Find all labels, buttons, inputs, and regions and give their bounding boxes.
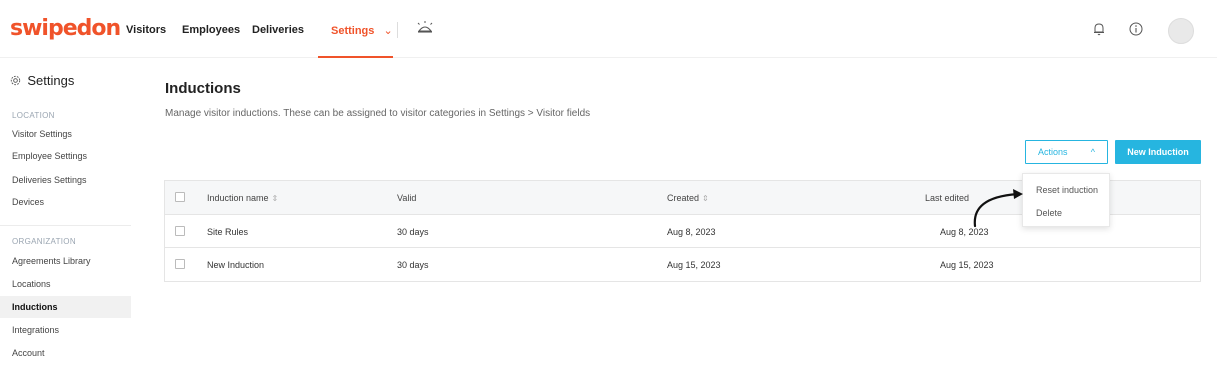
active-nav-underline xyxy=(318,56,393,58)
chevron-down-icon: ⌄ xyxy=(383,25,393,37)
cell-valid: 30 days xyxy=(397,260,429,270)
chevron-up-icon: ^ xyxy=(1090,147,1095,157)
nav-employees[interactable]: Employees xyxy=(182,24,240,36)
sidebar-item-inductions[interactable]: Inductions xyxy=(0,296,131,318)
actions-dropdown-menu: Reset induction Delete xyxy=(1022,173,1110,227)
actions-button-label: Actions xyxy=(1038,147,1068,157)
table-row[interactable]: New Induction 30 days Aug 15, 2023 Aug 1… xyxy=(165,248,1200,281)
sidebar-item-account[interactable]: Account xyxy=(0,342,131,364)
user-avatar[interactable] xyxy=(1168,18,1194,44)
menu-item-delete[interactable]: Delete xyxy=(1036,208,1062,218)
row-checkbox[interactable] xyxy=(175,226,185,236)
menu-item-reset-induction[interactable]: Reset induction xyxy=(1036,185,1098,195)
sidebar-title-label: Settings xyxy=(27,73,75,88)
settings-sidebar: Settings LOCATION Visitor Settings Emplo… xyxy=(0,59,131,379)
sidebar-item-deliveries-settings[interactable]: Deliveries Settings xyxy=(0,169,131,191)
cell-last-edited: Aug 15, 2023 xyxy=(940,260,994,270)
page-description: Manage visitor inductions. These can be … xyxy=(165,108,591,119)
cell-induction-name[interactable]: New Induction xyxy=(207,248,264,282)
sidebar-divider xyxy=(0,225,131,226)
notification-bell-icon[interactable] xyxy=(1092,22,1106,39)
sort-icon: ⇕ xyxy=(702,194,709,203)
actions-button[interactable]: Actions ^ xyxy=(1025,140,1108,164)
column-header-created[interactable]: Created ⇕ xyxy=(667,181,709,216)
sidebar-item-visitor-settings[interactable]: Visitor Settings xyxy=(0,123,131,145)
select-all-checkbox[interactable] xyxy=(175,192,185,202)
nav-settings[interactable]: Settings ⌄ xyxy=(331,24,393,37)
cell-created: Aug 15, 2023 xyxy=(667,260,721,270)
row-checkbox[interactable] xyxy=(175,259,185,269)
page-title: Inductions xyxy=(165,80,241,97)
sidebar-item-employee-settings[interactable]: Employee Settings xyxy=(0,145,131,167)
nav-divider xyxy=(397,22,398,38)
nav-deliveries[interactable]: Deliveries xyxy=(252,24,304,36)
info-icon[interactable] xyxy=(1129,22,1143,39)
sidebar-section-location: LOCATION xyxy=(12,111,55,120)
column-header-valid: Valid xyxy=(397,193,417,203)
gear-icon xyxy=(10,74,24,88)
nav-visitors[interactable]: Visitors xyxy=(126,24,166,36)
cell-created: Aug 8, 2023 xyxy=(667,227,716,237)
reception-bell-icon[interactable] xyxy=(416,20,434,39)
top-navigation: swipedon Visitors Employees Deliveries S… xyxy=(0,0,1217,58)
new-induction-button[interactable]: New Induction xyxy=(1115,140,1201,164)
sidebar-item-agreements-library[interactable]: Agreements Library xyxy=(0,250,131,272)
sidebar-item-devices[interactable]: Devices xyxy=(0,191,131,213)
annotation-arrow-icon xyxy=(973,189,1023,228)
sidebar-item-locations[interactable]: Locations xyxy=(0,273,131,295)
sort-icon: ⇕ xyxy=(271,194,279,203)
cell-valid: 30 days xyxy=(397,227,429,237)
cell-induction-name[interactable]: Site Rules xyxy=(207,215,248,249)
swipedon-logo[interactable]: swipedon xyxy=(10,16,121,41)
sidebar-title: Settings xyxy=(10,73,74,88)
nav-settings-label: Settings xyxy=(331,25,375,37)
column-header-induction-name[interactable]: Induction name ⇕ xyxy=(207,181,278,216)
sidebar-item-integrations[interactable]: Integrations xyxy=(0,319,131,341)
sidebar-section-organization: ORGANIZATION xyxy=(12,237,76,246)
column-header-last-edited: Last edited xyxy=(925,193,970,203)
